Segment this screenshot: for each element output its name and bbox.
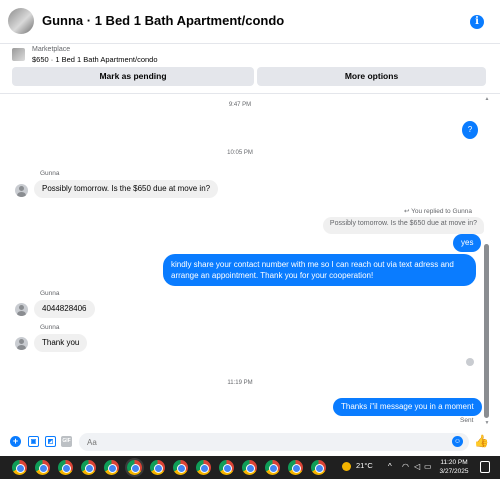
message-status: Sent — [460, 417, 474, 424]
speaker-icon[interactable]: ◁ — [414, 462, 420, 471]
message-composer: + ▣ ◩ GIF ☺ 👍 — [0, 430, 500, 455]
incoming-message[interactable]: Thank you — [34, 334, 88, 352]
chrome-icon[interactable] — [311, 460, 326, 475]
gif-icon[interactable]: GIF — [61, 436, 72, 447]
clock-time: 11:20 PM — [440, 459, 468, 466]
chrome-icon[interactable] — [173, 460, 188, 475]
sender-avatar[interactable] — [15, 337, 28, 350]
outgoing-message[interactable]: yes — [453, 234, 482, 252]
weather-icon[interactable] — [342, 462, 351, 471]
clock-date: 3/27/2025 — [439, 468, 469, 475]
chrome-icon[interactable] — [104, 460, 119, 475]
mark-as-pending-button[interactable]: Mark as pending — [12, 67, 254, 86]
thumbs-up-icon[interactable]: 👍 — [474, 434, 489, 448]
marketplace-bar: Marketplace $650 · 1 Bed 1 Bath Apartmen… — [0, 44, 500, 94]
emoji-icon[interactable]: ☺ — [452, 436, 463, 447]
outgoing-message[interactable]: Thanks i"il message you in a moment — [333, 398, 482, 416]
messenger-window: Gunna · 1 Bed 1 Bath Apartment/condo i M… — [0, 0, 500, 479]
contact-avatar[interactable] — [8, 8, 34, 34]
scrollbar-thumb[interactable] — [484, 244, 489, 418]
sender-name: Gunna — [40, 290, 60, 297]
listing-thumbnail[interactable] — [12, 48, 25, 61]
wifi-icon[interactable]: ◠ — [402, 462, 409, 471]
incoming-message[interactable]: Possibly tomorrow. Is the $650 due at mo… — [34, 180, 219, 198]
sender-name: Gunna — [40, 324, 60, 331]
chat-header: Gunna · 1 Bed 1 Bath Apartment/condo i — [0, 0, 500, 44]
chrome-icon[interactable] — [127, 460, 142, 475]
timestamp: 10:05 PM — [227, 150, 253, 156]
sender-avatar[interactable] — [15, 184, 28, 197]
info-icon[interactable]: i — [470, 15, 484, 29]
quoted-message[interactable]: Possibly tomorrow. Is the $650 due at mo… — [322, 217, 484, 234]
plus-icon[interactable]: + — [10, 436, 21, 447]
chrome-icon[interactable] — [219, 460, 234, 475]
reply-note: ↩ You replied to Gunna — [404, 207, 472, 215]
temperature[interactable]: 21°C — [356, 461, 373, 470]
chrome-icon[interactable] — [242, 460, 257, 475]
chrome-icon[interactable] — [12, 460, 27, 475]
chrome-icon[interactable] — [150, 460, 165, 475]
chrome-icon[interactable] — [265, 460, 280, 475]
chrome-icon[interactable] — [35, 460, 50, 475]
scroll-up-arrow[interactable]: ▲ — [484, 96, 490, 102]
reply-note-text: You replied to Gunna — [411, 208, 472, 215]
taskbar-clock[interactable]: 11:20 PM 3/27/2025 — [434, 458, 474, 476]
seen-indicator-avatar — [466, 358, 474, 366]
notification-icon[interactable] — [480, 461, 490, 473]
timestamp: 11:19 PM — [227, 380, 253, 386]
more-options-button[interactable]: More options — [257, 67, 486, 86]
chrome-icon[interactable] — [58, 460, 73, 475]
chrome-icon[interactable] — [288, 460, 303, 475]
sticker-icon[interactable]: ◩ — [45, 436, 56, 447]
outgoing-message[interactable]: ? — [462, 121, 478, 139]
scroll-down-arrow[interactable]: ▼ — [484, 420, 490, 426]
photo-icon[interactable]: ▣ — [28, 436, 39, 447]
chat-title[interactable]: Gunna · 1 Bed 1 Bath Apartment/condo — [42, 13, 284, 28]
sender-name: Gunna — [40, 170, 60, 177]
chrome-icon[interactable] — [81, 460, 96, 475]
incoming-message[interactable]: 4044828406 — [34, 300, 95, 318]
chevron-up-icon[interactable]: ^ — [388, 462, 392, 471]
listing-description[interactable]: $650 · 1 Bed 1 Bath Apartment/condo — [32, 55, 158, 64]
sender-avatar[interactable] — [15, 303, 28, 316]
outgoing-message[interactable]: kindly share your contact number with me… — [163, 254, 476, 286]
marketplace-label: Marketplace — [32, 46, 71, 53]
timestamp: 9:47 PM — [228, 102, 252, 108]
windows-taskbar: 21°C ^ ◠ ◁ ▭ 11:20 PM 3/27/2025 — [0, 456, 500, 479]
chrome-icon[interactable] — [196, 460, 211, 475]
battery-icon[interactable]: ▭ — [424, 462, 432, 471]
message-input[interactable] — [79, 433, 469, 451]
